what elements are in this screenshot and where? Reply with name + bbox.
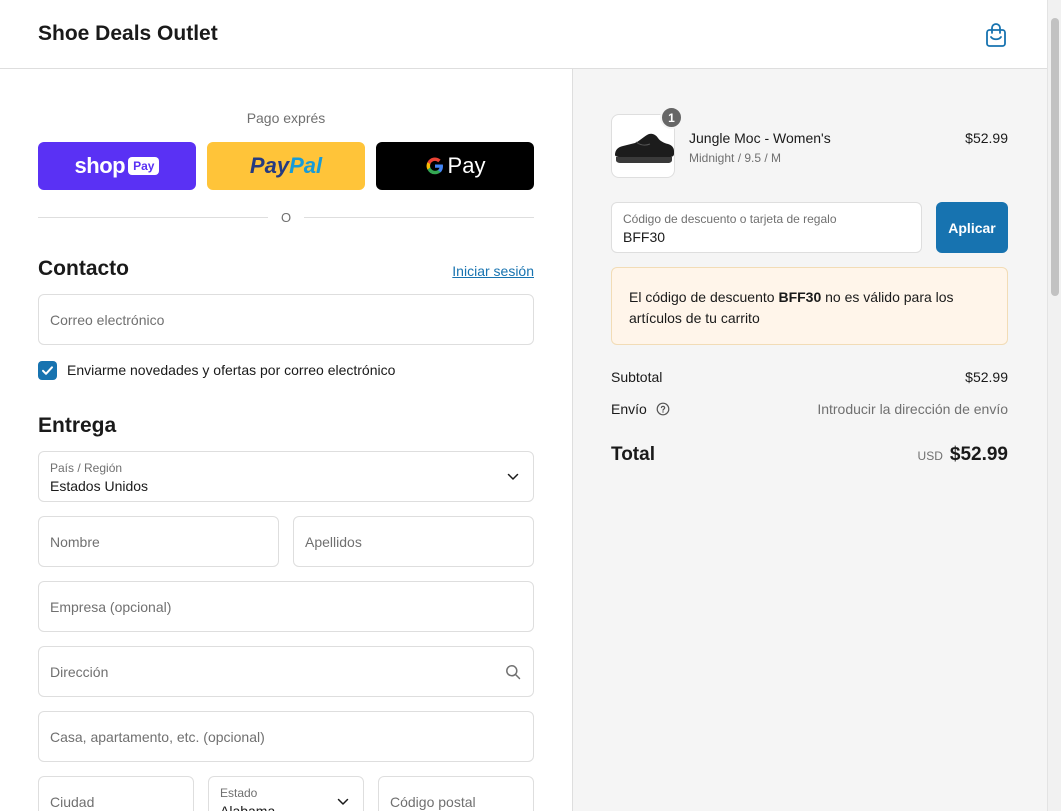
paypal-button[interactable]: PayPal: [207, 142, 365, 190]
shop-pay-button[interactable]: shop Pay: [38, 142, 196, 190]
quantity-badge: 1: [660, 106, 683, 129]
country-label: País / Región: [50, 461, 123, 475]
chevron-down-icon: [337, 798, 349, 805]
discount-code-field[interactable]: Código de descuento o tarjeta de regalo …: [611, 202, 922, 253]
apartment-field[interactable]: Casa, apartamento, etc. (opcional): [38, 711, 534, 762]
google-g-icon: [426, 157, 443, 175]
address-field[interactable]: Dirección: [38, 646, 534, 697]
check-icon: [42, 365, 53, 375]
newsletter-label: Enviarme novedades y ofertas por correo …: [67, 362, 396, 378]
page-scrollbar[interactable]: [1047, 0, 1061, 811]
or-divider: O: [38, 209, 534, 227]
shop-pay-badge: Pay: [128, 157, 160, 175]
chevron-down-icon: [507, 473, 519, 480]
apply-discount-button[interactable]: Aplicar: [936, 202, 1008, 253]
company-field[interactable]: Empresa (opcional): [38, 581, 534, 632]
checkout-form: Pago exprés shop Pay PayPal Pay O Contac…: [0, 69, 572, 811]
shopping-bag-icon[interactable]: [984, 22, 1008, 48]
help-icon[interactable]: [656, 402, 670, 416]
google-pay-button[interactable]: Pay: [376, 142, 534, 190]
discount-error-message: El código de descuento BFF30 no es válid…: [611, 267, 1008, 345]
subtotal-row: Subtotal $52.99: [611, 369, 1008, 385]
zip-field[interactable]: Código postal: [378, 776, 534, 811]
country-value: Estados Unidos: [50, 478, 149, 494]
currency-code: USD: [917, 449, 943, 463]
header: Shoe Deals Outlet: [0, 0, 1047, 69]
shop-pay-logo: shop: [74, 153, 126, 178]
first-name-field[interactable]: Nombre: [38, 516, 279, 567]
express-checkout-label: Pago exprés: [246, 110, 326, 126]
total-row: Total USD $52.99: [611, 444, 1008, 466]
subtotal-value: $52.99: [965, 369, 1008, 385]
contact-title: Contacto: [38, 257, 129, 280]
discount-label: Código de descuento o tarjeta de regalo: [623, 212, 837, 226]
shipping-value: Introducir la dirección de envío: [817, 401, 1008, 417]
product-variant: Midnight / 9.5 / M: [689, 151, 782, 165]
email-placeholder: Correo electrónico: [50, 312, 165, 328]
total-label: Total: [611, 444, 655, 465]
scrollbar-thumb[interactable]: [1051, 18, 1059, 296]
email-field[interactable]: Correo electrónico: [38, 294, 534, 345]
subtotal-label: Subtotal: [611, 369, 663, 385]
store-name[interactable]: Shoe Deals Outlet: [38, 22, 218, 46]
search-icon: [506, 665, 521, 680]
state-select[interactable]: Estado Alabama: [208, 776, 364, 811]
city-field[interactable]: Ciudad: [38, 776, 194, 811]
paypal-logo: PayPal: [249, 153, 323, 178]
newsletter-checkbox[interactable]: [38, 360, 57, 380]
delivery-title: Entrega: [38, 414, 117, 437]
product-name: Jungle Moc - Women's: [689, 130, 831, 146]
shipping-label: Envío: [611, 401, 647, 417]
shipping-row: Envío Introducir la dirección de envío: [611, 401, 1008, 417]
login-link[interactable]: Iniciar sesión: [440, 263, 534, 279]
last-name-field[interactable]: Apellidos: [293, 516, 534, 567]
order-summary: 1 Jungle Moc - Women's Midnight / 9.5 / …: [572, 69, 1047, 811]
google-pay-logo: Pay: [425, 153, 485, 179]
product-price: $52.99: [965, 130, 1008, 146]
country-select[interactable]: País / Región Estados Unidos: [38, 451, 534, 502]
total-value: $52.99: [949, 444, 1008, 465]
newsletter-row: Enviarme novedades y ofertas por correo …: [38, 360, 395, 380]
discount-value: BFF30: [623, 229, 666, 245]
